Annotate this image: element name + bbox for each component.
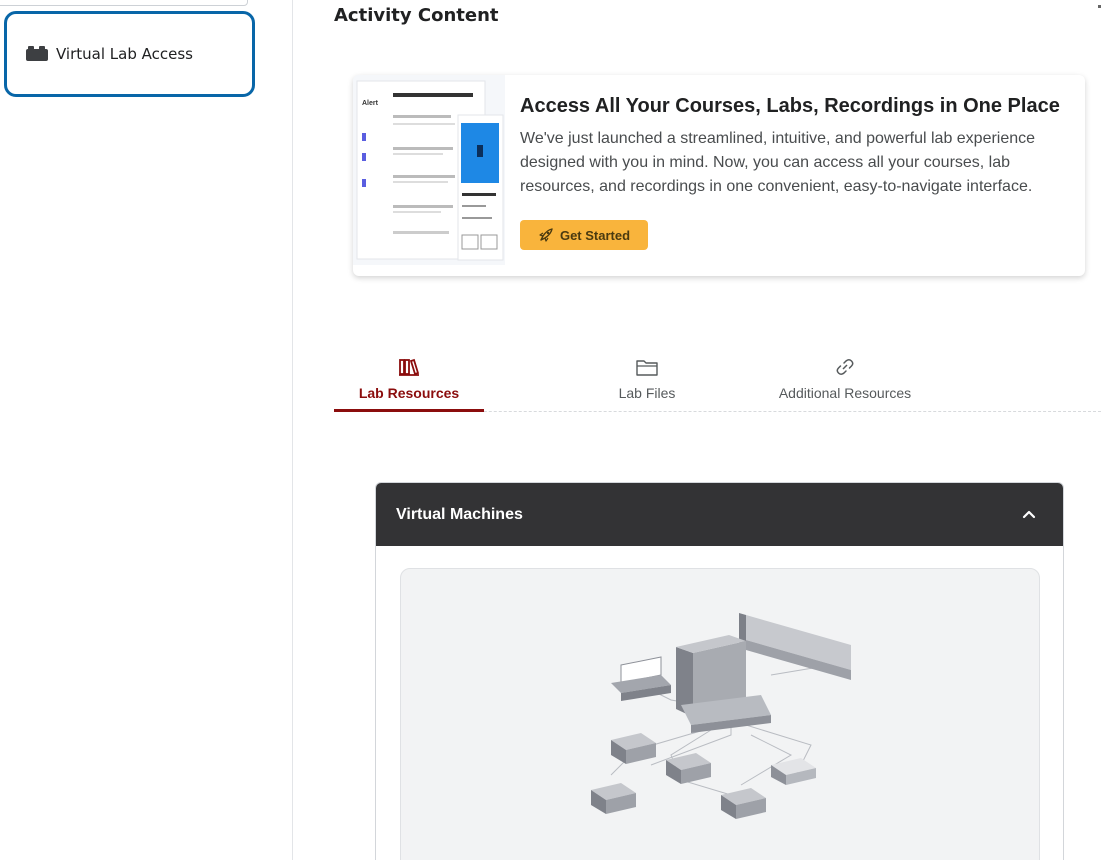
sidebar-item-label: Virtual Lab Access	[56, 45, 193, 63]
tab-lab-files-label: Lab Files	[618, 385, 676, 401]
sidebar-item-virtual-lab-access[interactable]: Virtual Lab Access	[4, 11, 255, 97]
panel-heading-cutoff: —	[401, 845, 1039, 860]
rocket-icon	[538, 227, 554, 243]
promo-screenshot-thumbnail: Alert	[353, 75, 505, 265]
promo-description: We've just launched a streamlined, intui…	[520, 130, 1036, 195]
accordion-header[interactable]: Virtual Machines	[376, 483, 1063, 546]
accordion-title: Virtual Machines	[396, 505, 523, 523]
promo-heading: Access All Your Courses, Labs, Recording…	[520, 95, 1060, 117]
tab-lab-files[interactable]: Lab Files	[572, 352, 722, 412]
sidebar-search-box[interactable]	[0, 0, 248, 6]
get-started-label: Get Started	[559, 227, 631, 243]
promo-card: Alert Access All Your Courses, Labs, Rec…	[353, 75, 1085, 276]
tab-additional-resources[interactable]: Additional Resources	[752, 352, 938, 412]
folder-icon	[636, 357, 658, 379]
lego-brick-icon	[26, 46, 48, 62]
virtual-machines-panel: —	[400, 568, 1040, 860]
tab-additional-resources-label: Additional Resources	[778, 385, 912, 401]
server-network-illustration	[581, 605, 871, 835]
chevron-up-icon[interactable]	[1021, 506, 1037, 522]
get-started-button[interactable]: Get Started	[520, 220, 648, 250]
left-sidebar: Virtual Lab Access	[0, 0, 293, 860]
tab-lab-resources[interactable]: Lab Resources	[334, 352, 484, 412]
resource-tabs: Lab Resources Lab Files Additional Resou…	[334, 352, 1101, 412]
virtual-machines-accordion: Virtual Machines	[375, 482, 1064, 860]
tab-lab-resources-label: Lab Resources	[358, 385, 460, 401]
main-content: Activity Content Alert Access All Your C…	[294, 0, 1101, 860]
page-title: Activity Content	[334, 5, 499, 26]
svg-text:Alert: Alert	[362, 100, 379, 107]
link-icon	[834, 357, 856, 379]
books-icon	[398, 357, 420, 379]
